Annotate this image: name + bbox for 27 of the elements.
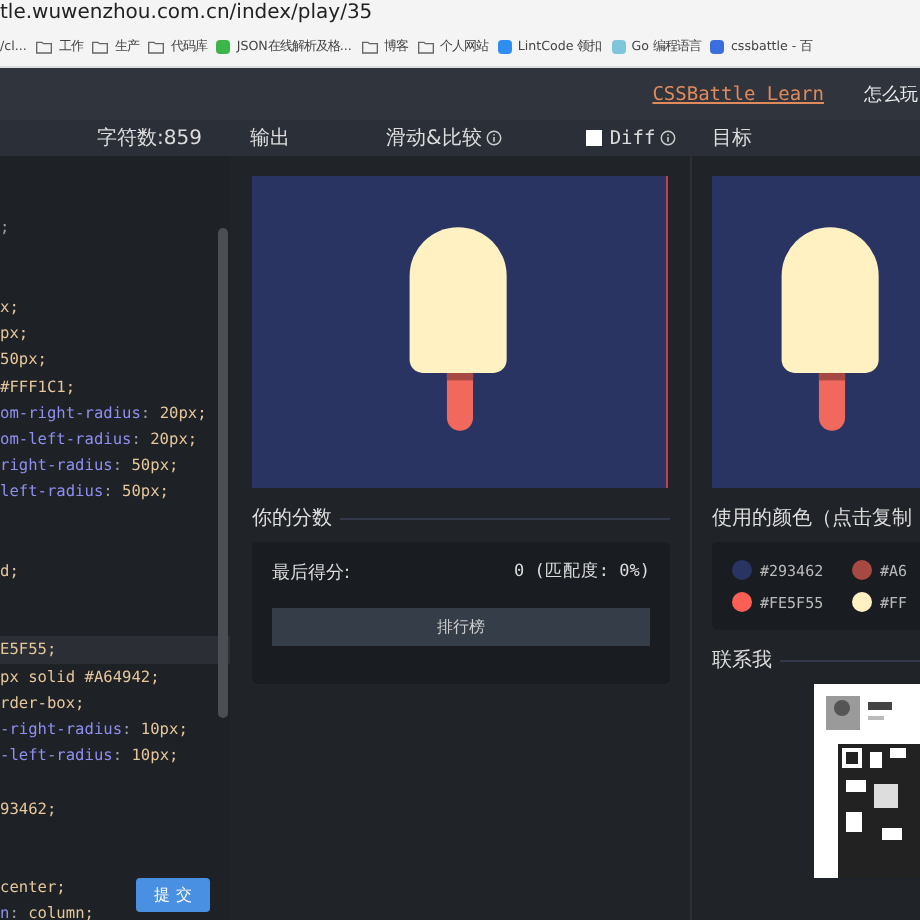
menu-item[interactable]: 怎么玩 [864, 81, 920, 107]
folder-icon [148, 39, 165, 53]
info-icon[interactable] [659, 130, 676, 146]
color-dot[interactable] [732, 560, 752, 580]
score-value: 0 (匹配度: 0%) [514, 560, 650, 586]
section-title: 使用的颜色（点击复制 [712, 505, 912, 532]
output-label: 输出 [250, 125, 292, 152]
target-label: 目标 [712, 125, 754, 152]
section-title: 联系我 [712, 647, 772, 674]
slide-compare-label[interactable]: 滑动&比较 [386, 124, 482, 152]
diff-checkbox[interactable] [585, 130, 602, 146]
leaderboard-button[interactable]: 排行榜 [272, 608, 650, 646]
color-dot[interactable] [852, 560, 872, 580]
learn-link[interactable]: CSSBattle Learn [652, 83, 824, 105]
char-count: 字符数:859 [97, 125, 202, 152]
diff-label: Diff [609, 127, 656, 149]
folder-icon [92, 39, 109, 53]
folder-icon [361, 39, 378, 53]
scrollbar[interactable] [218, 228, 228, 718]
address-bar[interactable]: tle.wuwenzhou.com.cn/index/play/35 [0, 0, 920, 26]
color-dot[interactable] [852, 592, 872, 612]
section-title: 你的分数 [252, 506, 332, 532]
score-label: 最后得分: [272, 561, 351, 586]
folder-icon [417, 39, 434, 53]
folder-icon [36, 39, 53, 53]
color-dot[interactable] [732, 592, 752, 612]
info-icon[interactable] [485, 130, 502, 146]
